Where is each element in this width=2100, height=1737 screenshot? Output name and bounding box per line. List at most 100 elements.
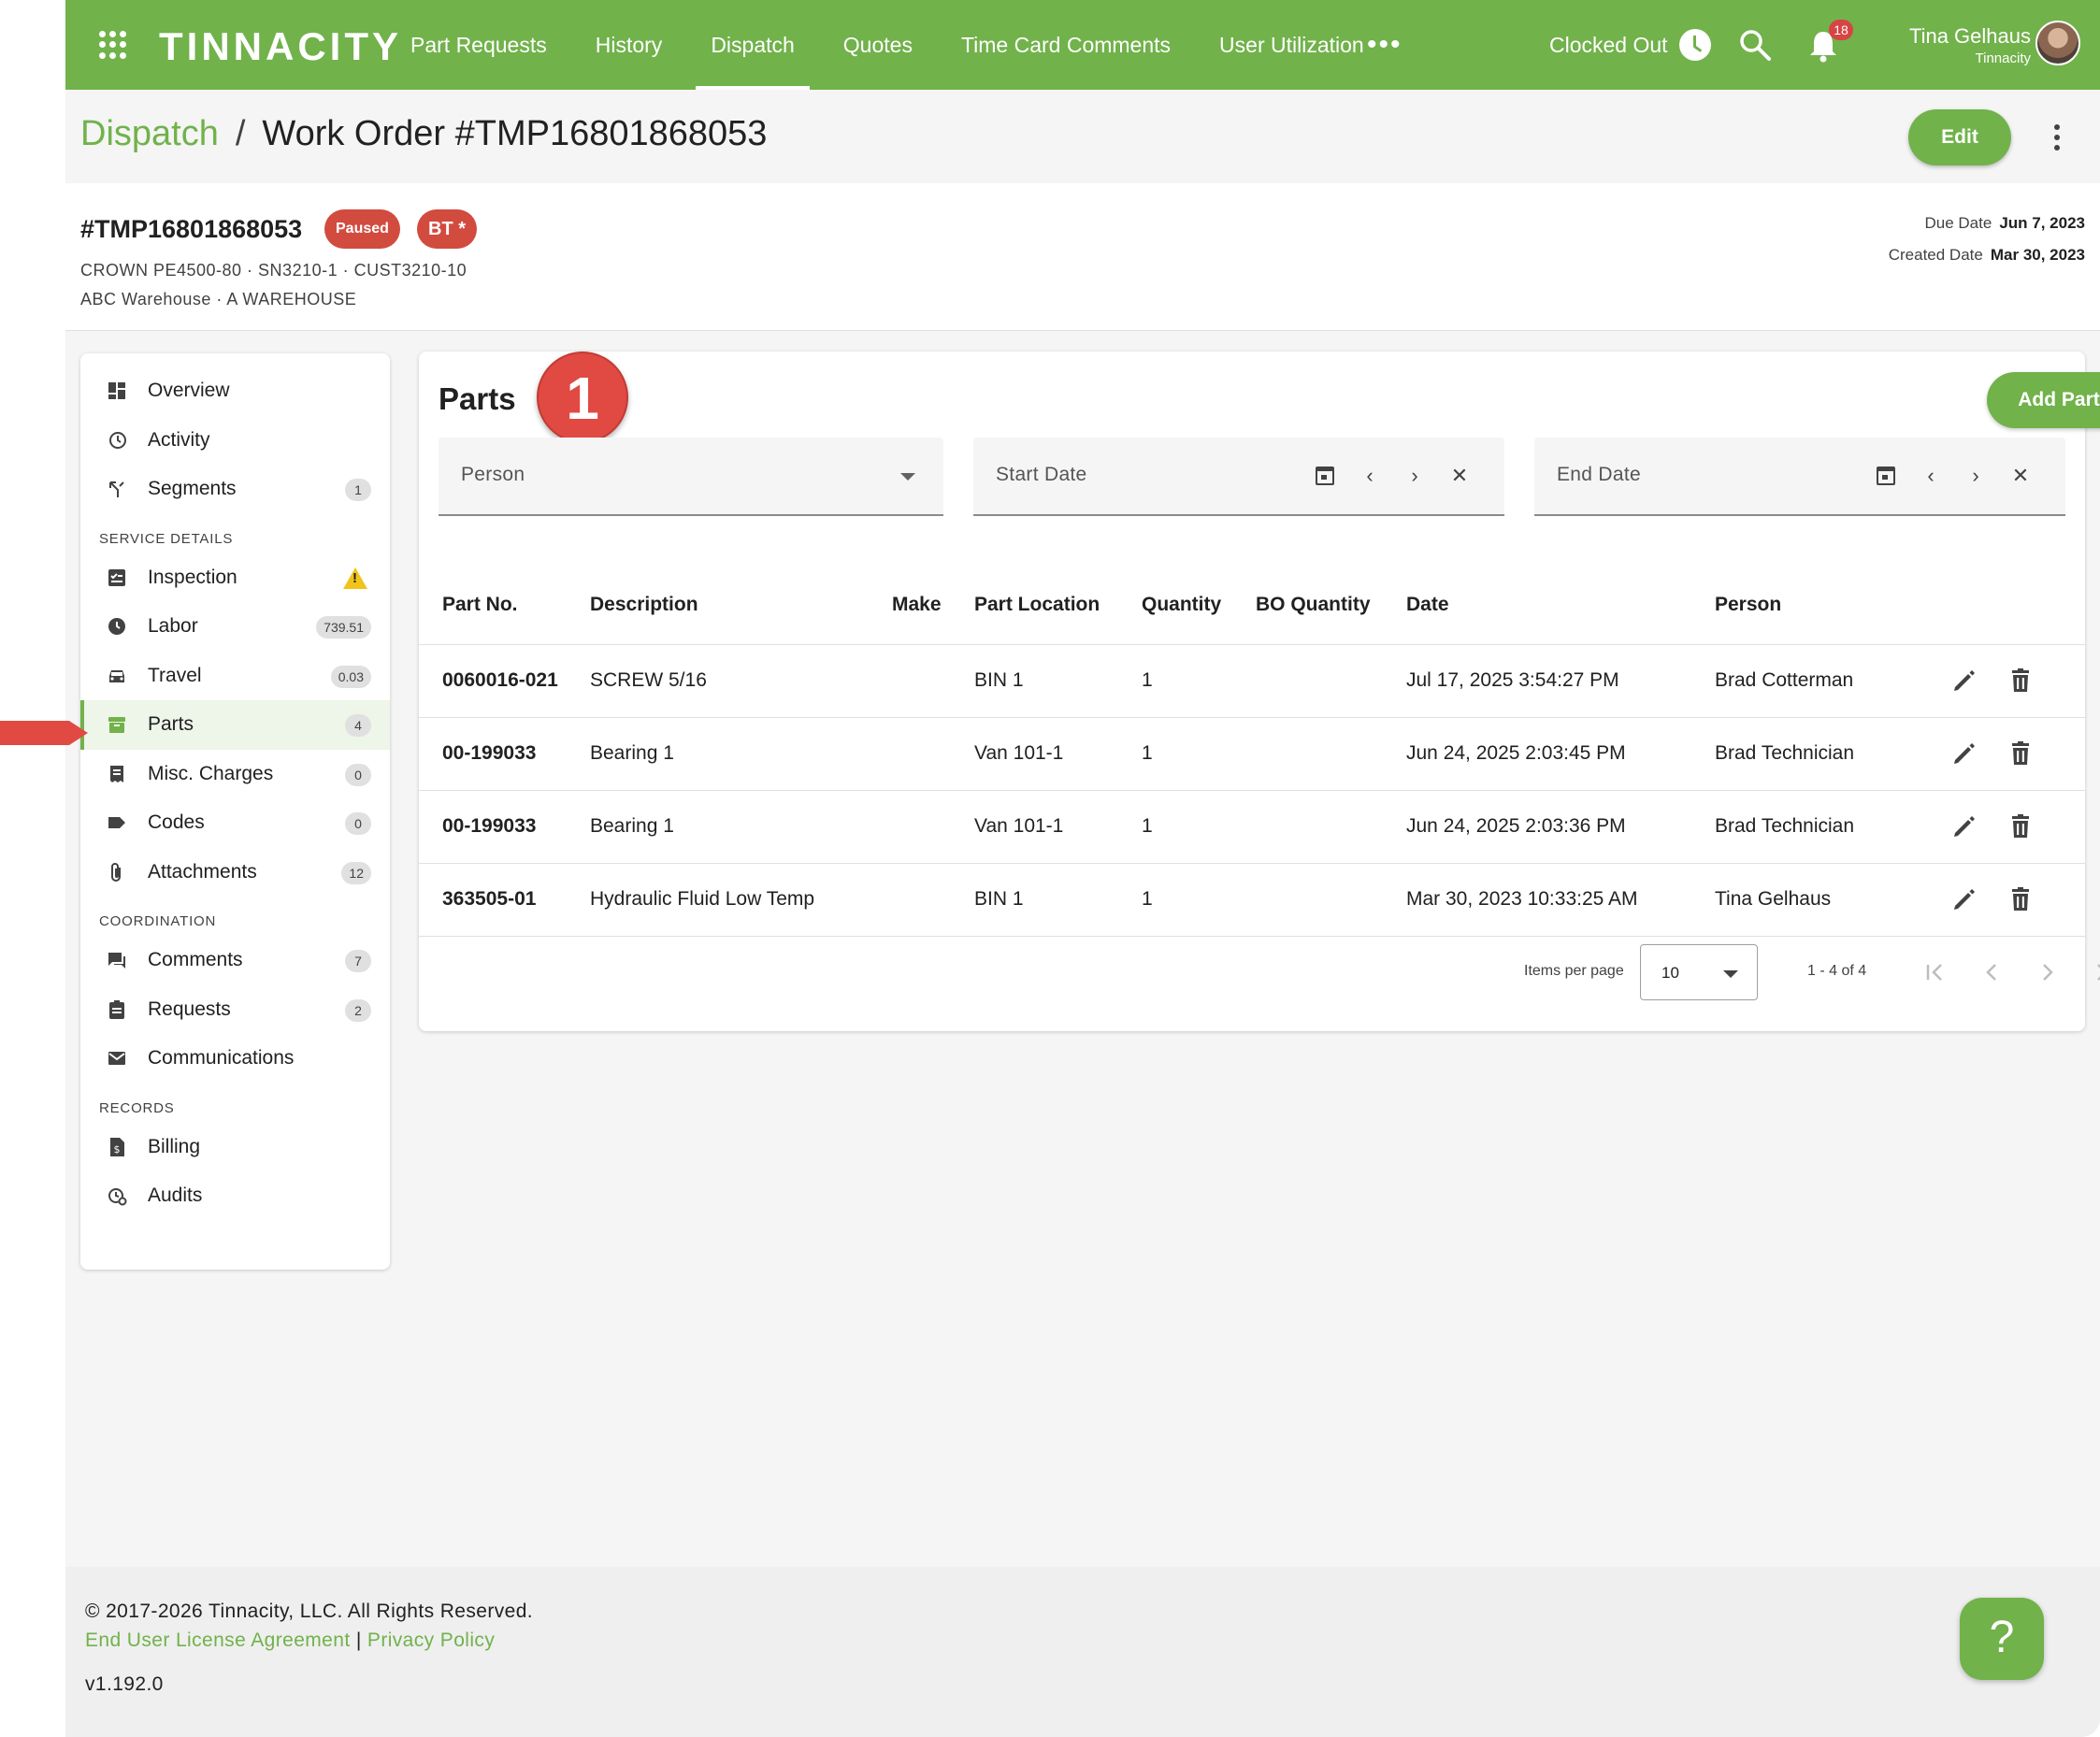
column-header-description[interactable]: Description <box>590 567 892 645</box>
sidebar-item-travel[interactable]: Travel 0.03 <box>80 652 390 701</box>
sidebar-item-codes[interactable]: Codes 0 <box>80 798 390 848</box>
nav-item-quotes[interactable]: Quotes <box>819 0 937 90</box>
sidebar-item-misc-charges[interactable]: Misc. Charges 0 <box>80 750 390 799</box>
first-page-icon[interactable] <box>1920 955 1950 989</box>
more-vert-icon[interactable] <box>2053 124 2061 151</box>
nav-item-dispatch[interactable]: Dispatch <box>686 0 818 90</box>
next-page-icon[interactable] <box>2033 955 2063 989</box>
breadcrumb-dispatch-link[interactable]: Dispatch <box>80 114 219 153</box>
cell-description: Bearing 1 <box>590 790 892 864</box>
edit-icon[interactable] <box>1950 739 1978 768</box>
cell-location: Van 101-1 <box>974 790 1142 864</box>
cell-description: Bearing 1 <box>590 717 892 791</box>
avatar[interactable] <box>2035 21 2080 65</box>
help-button[interactable]: ? <box>1960 1598 2044 1680</box>
nav-item-time-card-comments[interactable]: Time Card Comments <box>937 0 1195 90</box>
sidebar-item-attachments[interactable]: Attachments 12 <box>80 848 390 897</box>
cell-date: Jun 24, 2025 2:03:45 PM <box>1406 717 1715 791</box>
sidebar-item-requests[interactable]: Requests 2 <box>80 985 390 1035</box>
column-header-person[interactable]: Person <box>1715 567 1950 645</box>
comment-icon <box>108 953 125 969</box>
column-header-part-location[interactable]: Part Location <box>974 567 1142 645</box>
brand-logo[interactable]: TINNACITY <box>159 24 402 69</box>
table-row[interactable]: 00-199033 Bearing 1 Van 101-1 1 Jun 24, 2025… <box>419 790 2085 864</box>
sidebar-item-audits[interactable]: Audits <box>80 1171 390 1221</box>
eula-link[interactable]: End User License Agreement <box>85 1629 351 1651</box>
table-row[interactable]: 363505-01 Hydraulic Fluid Low Temp BIN 11 M… <box>419 863 2085 937</box>
column-header-bo-quantity[interactable]: BO Quantity <box>1256 567 1406 645</box>
column-header-make[interactable]: Make <box>892 567 974 645</box>
delete-icon[interactable] <box>2007 667 2035 695</box>
column-header-quantity[interactable]: Quantity <box>1142 567 1256 645</box>
count-badge: 0 <box>345 812 371 835</box>
receipt-icon <box>110 765 123 782</box>
chevron-right-icon[interactable]: › <box>1953 464 1998 488</box>
clear-icon[interactable]: ✕ <box>1437 464 1482 488</box>
delete-icon[interactable] <box>2007 739 2035 768</box>
cell-bo-quantity <box>1256 863 1406 937</box>
tag-icon <box>108 817 125 829</box>
table-header-row: Part No. Description Make Part Location Quan… <box>419 567 2085 645</box>
sidebar-item-labor[interactable]: Labor 739.51 <box>80 602 390 652</box>
column-header-part-no[interactable]: Part No. <box>419 567 590 645</box>
end-date-field[interactable]: End Date ‹ › ✕ <box>1534 438 2065 516</box>
sidebar-item-label: Audits <box>148 1184 203 1207</box>
tag-badge[interactable]: BT * <box>417 209 477 249</box>
apps-grid-icon[interactable] <box>99 31 127 59</box>
sidebar-item-label: Parts <box>148 713 194 736</box>
sidebar: Overview Activity Segments 1 SERVICE DETAILS… <box>80 353 390 1270</box>
table-row[interactable]: 00-199033 Bearing 1 Van 101-1 1 Jun 24, 2025… <box>419 717 2085 791</box>
sidebar-item-comments[interactable]: Comments 7 <box>80 936 390 985</box>
delete-icon[interactable] <box>2007 885 2035 913</box>
more-menu-icon[interactable]: ••• <box>1367 31 1402 59</box>
sidebar-item-label: Activity <box>148 428 210 451</box>
user-menu[interactable]: Tina Gelhaus Tinnacity <box>1879 24 2031 66</box>
privacy-link[interactable]: Privacy Policy <box>367 1629 495 1651</box>
audit-icon <box>108 1188 127 1206</box>
work-order-header: #TMP16801868053 Paused BT * CROWN PE4500… <box>65 183 2100 331</box>
clock-status-button[interactable]: Clocked Out <box>1549 0 1711 90</box>
add-part-button[interactable]: Add Part <box>1987 372 2100 428</box>
sidebar-item-label: Requests <box>148 998 231 1020</box>
calendar-icon[interactable] <box>1302 464 1347 488</box>
items-per-page-select[interactable]: 10 <box>1640 944 1758 1000</box>
edit-icon[interactable] <box>1950 885 1978 913</box>
warning-icon <box>343 567 367 589</box>
edit-button[interactable]: Edit <box>1908 109 2011 165</box>
sidebar-item-segments[interactable]: Segments 1 <box>80 465 390 514</box>
cell-description: SCREW 5/16 <box>590 644 892 718</box>
person-filter-select[interactable]: Person <box>439 438 943 516</box>
edit-icon[interactable] <box>1950 667 1978 695</box>
paginator: Items per page 10 1 - 4 of 4 <box>419 944 2100 1000</box>
cell-make <box>892 790 974 864</box>
column-header-date[interactable]: Date <box>1406 567 1715 645</box>
last-page-icon[interactable] <box>2089 955 2100 989</box>
chevron-left-icon[interactable]: ‹ <box>1347 464 1392 488</box>
sidebar-item-parts[interactable]: Parts 4 <box>80 700 390 750</box>
sidebar-item-overview[interactable]: Overview <box>80 366 390 416</box>
clear-icon[interactable]: ✕ <box>1998 464 2043 488</box>
sidebar-section-title: RECORDS <box>99 1099 175 1116</box>
search-icon[interactable] <box>1738 28 1772 62</box>
user-org: Tinnacity <box>1975 50 2031 66</box>
calendar-icon[interactable] <box>1863 464 1908 488</box>
delete-icon[interactable] <box>2007 812 2035 840</box>
clock-icon <box>1678 29 1711 61</box>
nav-item-history[interactable]: History <box>571 0 687 90</box>
nav-item-user-utilization[interactable]: User Utilization <box>1195 0 1388 90</box>
previous-page-icon[interactable] <box>1977 955 2007 989</box>
cell-person: Brad Cotterman <box>1715 644 1950 718</box>
status-badge: Paused <box>324 209 400 249</box>
nav-item-part-requests[interactable]: Part Requests <box>386 0 571 90</box>
chevron-left-icon[interactable]: ‹ <box>1908 464 1953 488</box>
sidebar-item-communications[interactable]: Communications <box>80 1034 390 1084</box>
edit-icon[interactable] <box>1950 812 1978 840</box>
sidebar-item-billing[interactable]: $ Billing <box>80 1123 390 1172</box>
sidebar-item-activity[interactable]: Activity <box>80 416 390 466</box>
clock-icon <box>108 618 125 636</box>
start-date-field[interactable]: Start Date ‹ › ✕ <box>973 438 1504 516</box>
chevron-right-icon[interactable]: › <box>1392 464 1437 488</box>
table-row[interactable]: 0060016-021 SCREW 5/16 BIN 1 1 Jul 17, 2025 … <box>419 644 2085 718</box>
sidebar-item-inspection[interactable]: Inspection <box>80 553 390 603</box>
footer-divider: | <box>355 1629 362 1651</box>
